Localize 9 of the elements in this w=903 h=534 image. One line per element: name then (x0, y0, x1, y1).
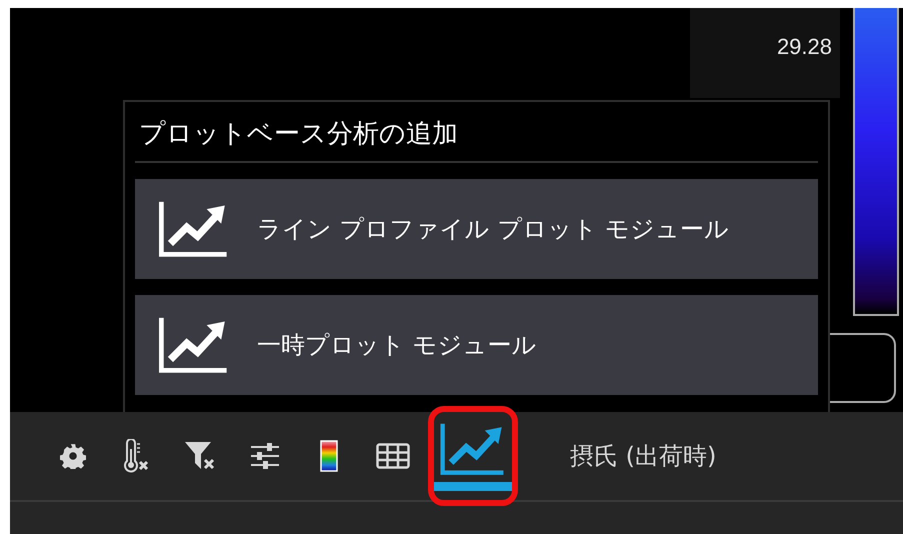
menu-title: プロットベース分析の追加 (135, 102, 818, 163)
temperature-unit-label[interactable]: 摂氏 (出荷時) (570, 440, 716, 472)
gear-icon (60, 443, 86, 469)
menu-item[interactable]: 一時プロット モジュール (135, 295, 818, 395)
scale-max-label: 29.28 (776, 33, 833, 61)
color-palette-icon (320, 440, 338, 472)
menu-item[interactable]: ライン プロファイル プロット モジュール (135, 179, 818, 279)
sliders-icon (250, 443, 280, 469)
table-grid-icon (376, 443, 410, 469)
